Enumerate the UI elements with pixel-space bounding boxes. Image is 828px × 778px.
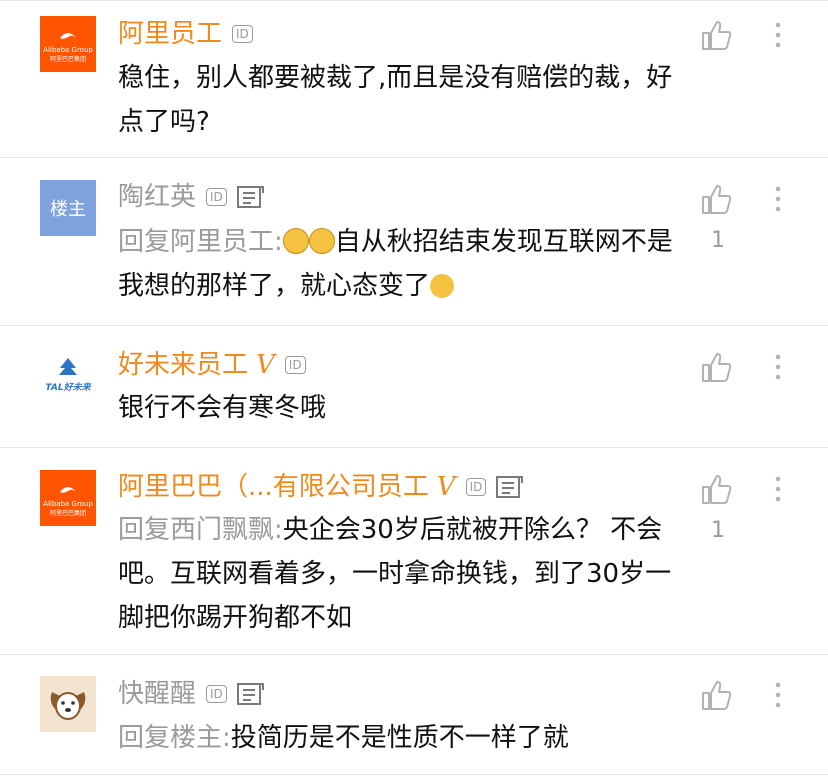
more-options-icon[interactable] xyxy=(775,186,781,212)
comment-body: 投简历是不是性质不一样了就 xyxy=(230,723,569,753)
peeking-emoji-icon xyxy=(282,228,309,254)
thumbs-up-icon[interactable] xyxy=(700,472,734,506)
divider xyxy=(0,325,828,326)
name-row: 好未来员工 V ID xyxy=(118,347,306,383)
reply-prefix[interactable]: 回复阿里员工: xyxy=(118,227,283,257)
id-badge: ID xyxy=(232,25,253,43)
message-icon xyxy=(496,476,524,498)
peeking-emoji-icon xyxy=(308,228,335,254)
like-count: 1 xyxy=(711,228,725,253)
user-name[interactable]: 好未来员工 xyxy=(118,347,248,383)
svg-text:阿里巴巴集团: 阿里巴巴集团 xyxy=(50,55,86,63)
like-count: 1 xyxy=(711,518,725,543)
message-icon xyxy=(236,186,264,208)
avatar[interactable]: Alibaba Group 阿里巴巴集团 xyxy=(40,16,96,72)
reply-prefix[interactable]: 回复西门飘飘: xyxy=(118,515,283,545)
tal-logo-icon: TAL好未来 xyxy=(45,358,92,393)
id-badge: ID xyxy=(284,356,306,374)
avatar[interactable]: 楼主 xyxy=(40,180,96,236)
message-icon xyxy=(236,683,264,705)
comment-text: 稳住，别人都要被裁了,而且是没有赔偿的裁，好点了吗? xyxy=(118,63,673,137)
name-row: 阿里员工 ID xyxy=(118,16,253,52)
user-name[interactable]: 阿里员工 xyxy=(118,16,222,52)
comment-list: Alibaba Group 阿里巴巴集团 阿里员工 ID 稳住，别人都要被裁了,… xyxy=(0,0,828,778)
thumbs-up-icon[interactable] xyxy=(700,350,734,384)
name-row: 陶红英 ID xyxy=(118,179,265,215)
svg-text:TAL好未来: TAL好未来 xyxy=(45,382,91,393)
user-name[interactable]: 阿里巴巴（...有限公司员工 xyxy=(118,469,429,505)
svg-text:Alibaba Group: Alibaba Group xyxy=(43,46,93,54)
thumbs-up-icon[interactable] xyxy=(700,678,734,712)
comment-text: 回复西门飘飘:央企会30岁后就被开除么？ 不会吧。互联网看着多，一时拿命换钱，到… xyxy=(118,508,688,640)
verified-badge: V xyxy=(436,472,456,502)
user-name[interactable]: 快醒醒 xyxy=(118,676,196,712)
alibaba-logo-icon: Alibaba Group 阿里巴巴集团 xyxy=(40,16,96,72)
alibaba-logo-icon: Alibaba Group 阿里巴巴集团 xyxy=(40,470,96,526)
divider xyxy=(0,774,828,775)
svg-text:Alibaba Group: Alibaba Group xyxy=(43,500,93,508)
more-options-icon[interactable] xyxy=(775,22,781,48)
host-label: 楼主 xyxy=(50,199,86,220)
divider xyxy=(0,157,828,158)
avatar[interactable]: Alibaba Group 阿里巴巴集团 xyxy=(40,470,96,526)
name-row: 阿里巴巴（...有限公司员工 V ID xyxy=(118,469,524,505)
thumbs-up-icon[interactable] xyxy=(700,182,734,216)
user-name[interactable]: 陶红英 xyxy=(118,179,196,215)
svg-text:阿里巴巴集团: 阿里巴巴集团 xyxy=(50,509,86,517)
id-badge: ID xyxy=(206,685,227,703)
id-badge: ID xyxy=(465,478,487,496)
name-row: 快醒醒 ID xyxy=(118,676,265,712)
laughing-emoji-icon xyxy=(430,274,455,298)
more-options-icon[interactable] xyxy=(775,354,781,380)
thumbs-up-icon[interactable] xyxy=(700,18,734,52)
comment-text: 回复阿里员工: 自从秋招结束发现互联网不是我想的那样了，就心态变了 xyxy=(118,220,688,308)
comment-text: 回复楼主:投简历是不是性质不一样了就 xyxy=(118,716,688,760)
dog-avatar-icon xyxy=(40,676,96,732)
reply-prefix[interactable]: 回复楼主: xyxy=(118,723,231,753)
divider xyxy=(0,654,828,655)
divider xyxy=(0,447,828,448)
avatar[interactable] xyxy=(40,676,96,732)
divider xyxy=(0,0,828,1)
more-options-icon[interactable] xyxy=(775,682,781,708)
id-badge: ID xyxy=(206,188,227,206)
more-options-icon[interactable] xyxy=(775,476,781,502)
verified-badge: V xyxy=(256,350,275,380)
avatar[interactable]: TAL好未来 xyxy=(40,348,96,404)
comment-text: 银行不会有寒冬哦 xyxy=(118,393,327,423)
